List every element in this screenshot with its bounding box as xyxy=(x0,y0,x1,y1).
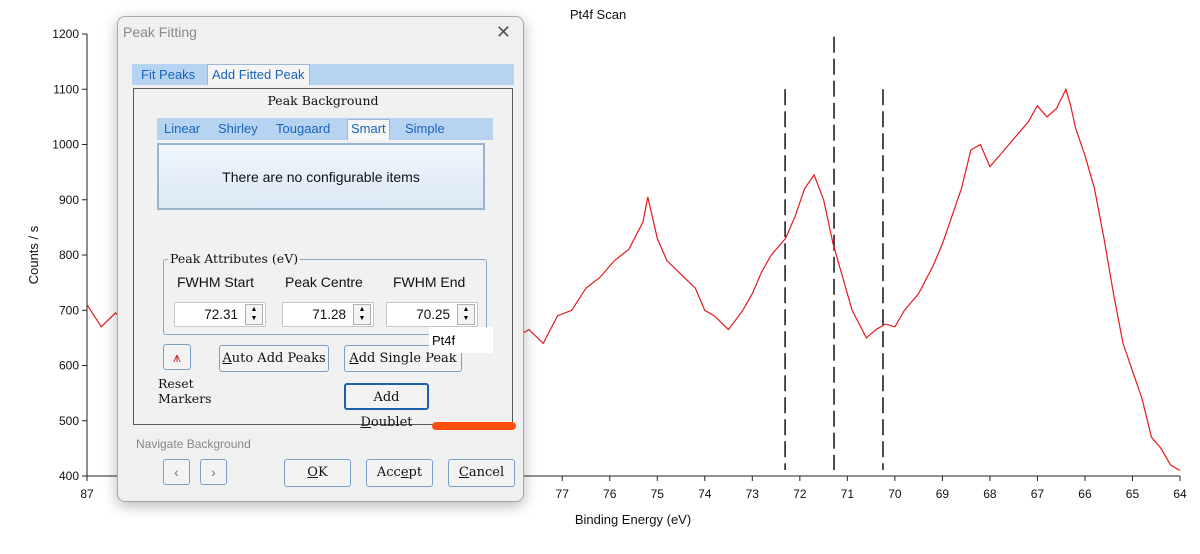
x-tick-label: 69 xyxy=(936,487,950,501)
peak-attributes-legend: Peak Attributes (eV) xyxy=(168,251,301,266)
x-tick-label: 70 xyxy=(888,487,902,501)
x-tick-label: 72 xyxy=(793,487,807,501)
fwhm-end-spinner[interactable]: 70.25 ▲ ▼ xyxy=(386,302,478,327)
peak-attributes-group: Peak Attributes (eV) FWHM Start Peak Cen… xyxy=(163,251,487,335)
peak-background-title: Peak Background xyxy=(267,93,379,108)
peak-fitting-dialog: Peak Fitting ✕ Fit Peaks Add Fitted Peak… xyxy=(117,16,524,502)
x-tick-label: 76 xyxy=(603,487,617,501)
peak-markers xyxy=(784,36,884,470)
reset-label-line2: Markers xyxy=(158,391,212,406)
tab-fit-peaks[interactable]: Fit Peaks xyxy=(137,65,199,84)
x-tick-label: 68 xyxy=(983,487,997,501)
tab-add-fitted-peak[interactable]: Add Fitted Peak xyxy=(207,64,310,85)
accept-label: pt xyxy=(408,465,423,480)
x-tick-label: 77 xyxy=(556,487,570,501)
reset-label-line1: Reset xyxy=(158,376,194,391)
reset-markers-icon[interactable]: ⩚ xyxy=(163,344,191,370)
dialog-tabs: Fit Peaks Add Fitted Peak xyxy=(132,64,514,85)
x-tick-label: 87 xyxy=(80,487,94,501)
ok-mnemonic: O xyxy=(307,465,318,480)
auto-add-label: uto Add Peaks xyxy=(231,351,326,366)
fwhm-end-value: 70.25 xyxy=(416,307,450,322)
accept-pre: Acc xyxy=(376,465,401,480)
y-tick-label: 500 xyxy=(59,414,79,428)
tab-tougaard[interactable]: Tougaard xyxy=(273,120,333,138)
cancel-mnemonic: C xyxy=(458,465,469,480)
y-tick-label: 800 xyxy=(59,248,79,262)
tab-shirley[interactable]: Shirley xyxy=(215,120,261,138)
y-tick-label: 600 xyxy=(59,359,79,373)
y-axis-label: Counts / s xyxy=(26,225,41,284)
tab-smart[interactable]: Smart xyxy=(347,119,390,140)
doublet-label: oublet xyxy=(370,415,413,430)
config-message: There are no configurable items xyxy=(222,168,420,185)
x-tick-label: 71 xyxy=(841,487,855,501)
doublet-mnemonic: D xyxy=(360,415,371,430)
peak-centre-value: 71.28 xyxy=(312,307,346,322)
doublet-name-input[interactable] xyxy=(429,327,493,353)
background-tabs: Linear Shirley Tougaard Smart Simple xyxy=(157,118,493,140)
y-tick-label: 1000 xyxy=(52,138,79,152)
spinner-arrows-icon[interactable]: ▲ ▼ xyxy=(353,304,371,325)
y-tick-label: 1200 xyxy=(52,27,79,41)
spinner-arrows-icon[interactable]: ▲ ▼ xyxy=(245,304,263,325)
y-tick-label: 1100 xyxy=(53,82,79,96)
accept-button[interactable]: Accept xyxy=(366,459,433,487)
single-label: dd Single Peak xyxy=(358,351,457,366)
add-doublet-button[interactable]: Add Doublet xyxy=(344,383,429,430)
add-fitted-peak-panel: Peak Background Linear Shirley Tougaard … xyxy=(133,88,513,430)
auto-add-mnemonic: A xyxy=(222,351,232,366)
accept-mnemonic: e xyxy=(400,465,409,480)
close-icon[interactable]: ✕ xyxy=(496,22,511,43)
x-axis-label: Binding Energy (eV) xyxy=(575,512,691,527)
fwhm-start-spinner[interactable]: 72.31 ▲ ▼ xyxy=(174,302,266,327)
nav-next-button[interactable]: › xyxy=(200,459,227,485)
nav-prev-button[interactable]: ‹ xyxy=(163,459,190,485)
auto-add-peaks-button[interactable]: Auto Add Peaks xyxy=(219,345,329,372)
x-tick-label: 67 xyxy=(1031,487,1045,501)
peak-centre-spinner[interactable]: 71.28 ▲ ▼ xyxy=(282,302,374,327)
cancel-label: ancel xyxy=(468,465,505,480)
spinner-arrows-icon[interactable]: ▲ ▼ xyxy=(457,304,475,325)
tab-simple[interactable]: Simple xyxy=(402,120,448,138)
tab-linear[interactable]: Linear xyxy=(161,120,203,138)
x-tick-label: 75 xyxy=(651,487,665,501)
y-tick-label: 700 xyxy=(59,303,79,317)
red-annotation-underline xyxy=(432,422,516,430)
x-tick-label: 64 xyxy=(1173,487,1187,501)
config-area: There are no configurable items xyxy=(157,143,485,210)
cancel-button[interactable]: Cancel xyxy=(448,459,515,487)
fwhm-start-value: 72.31 xyxy=(204,307,238,322)
fwhm-end-label: FWHM End xyxy=(393,274,466,290)
reset-markers-label: Reset Markers xyxy=(158,376,212,406)
x-tick-label: 73 xyxy=(746,487,760,501)
peak-centre-label: Peak Centre xyxy=(285,274,363,290)
ok-button[interactable]: OK xyxy=(284,459,351,487)
chart-title: Pt4f Scan xyxy=(570,7,626,22)
x-tick-label: 66 xyxy=(1078,487,1092,501)
doublet-pre: Add xyxy=(373,390,400,405)
ok-label: K xyxy=(317,465,328,480)
navigate-background-label: Navigate Background xyxy=(136,437,251,451)
single-mnemonic: A xyxy=(349,351,359,366)
x-tick-label: 65 xyxy=(1126,487,1140,501)
fwhm-start-label: FWHM Start xyxy=(177,274,254,290)
dialog-title: Peak Fitting xyxy=(123,24,197,40)
y-tick-label: 900 xyxy=(59,193,79,207)
y-tick-label: 400 xyxy=(59,469,79,483)
x-tick-label: 74 xyxy=(698,487,712,501)
